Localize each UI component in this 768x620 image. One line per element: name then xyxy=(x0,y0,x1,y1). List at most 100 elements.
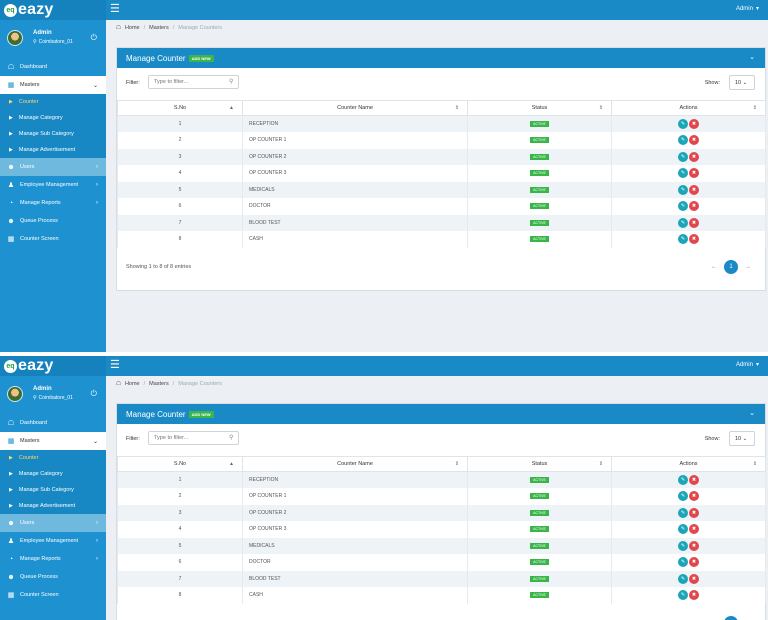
table-row: 1 RECEPTION ACTIVE ✎ ✖ xyxy=(117,471,766,488)
brand-logo[interactable]: eq eazy xyxy=(0,0,106,20)
next-page-button[interactable]: → xyxy=(745,264,751,270)
delete-button[interactable]: ✖ xyxy=(689,119,699,129)
filter-input[interactable] xyxy=(148,431,239,445)
counters-table: S.No ▲ Counter Name ⇕ Status ⇕ Actions ⇕ 1 RE… xyxy=(117,100,766,248)
cell-actions: ✎ ✖ xyxy=(611,214,766,231)
breadcrumb-current: Manage Counters xyxy=(178,381,222,387)
prev-page-button[interactable]: ← xyxy=(711,264,717,270)
add-new-button[interactable]: ADD NEW xyxy=(188,410,214,418)
breadcrumb-home[interactable]: Home xyxy=(125,381,140,387)
delete-button[interactable]: ✖ xyxy=(689,168,699,179)
edit-button[interactable]: ✎ xyxy=(678,524,688,535)
collapse-chevron-icon[interactable]: ⌄ xyxy=(749,409,755,417)
sidebar-item-dashboard[interactable]: ☖ Dashboard xyxy=(0,414,106,432)
column-header-actions[interactable]: Actions ⇕ xyxy=(611,100,766,116)
sidebar-subitem-manage-category[interactable]: ▶ Manage Category xyxy=(0,110,106,126)
delete-button[interactable]: ✖ xyxy=(689,184,699,195)
admin-dropdown[interactable]: Admin ▾ xyxy=(736,361,759,369)
delete-button[interactable]: ✖ xyxy=(689,540,699,551)
cell-sno: 4 xyxy=(117,165,243,182)
trash-icon: ✖ xyxy=(691,542,697,549)
page-button-current[interactable]: 1 xyxy=(724,259,738,274)
sidebar-item-users[interactable]: ☻ Users › xyxy=(0,514,106,532)
column-header-status[interactable]: Status ⇕ xyxy=(467,100,612,116)
group-icon: ☻ xyxy=(7,573,15,581)
sidebar-subitem-manage-advertisement[interactable]: ▶ Manage Advertisement xyxy=(0,142,106,158)
breadcrumb-home[interactable]: Home xyxy=(125,25,140,31)
delete-button[interactable]: ✖ xyxy=(689,573,699,584)
admin-dropdown[interactable]: Admin ▾ xyxy=(736,5,759,13)
sidebar-item-queue-process[interactable]: ☻ Queue Process xyxy=(0,568,106,586)
cell-sno: 2 xyxy=(117,488,243,505)
chevron-down-icon: ▾ xyxy=(755,6,759,12)
sidebar-item-dashboard[interactable]: ☖ Dashboard xyxy=(0,58,106,76)
delete-button[interactable]: ✖ xyxy=(689,507,699,518)
edit-button[interactable]: ✎ xyxy=(678,507,688,518)
edit-button[interactable]: ✎ xyxy=(678,119,688,129)
top-bar: eq eazy ☰ Admin ▾ xyxy=(0,0,768,20)
sidebar-item-counter-screen[interactable]: ▦ Counter Screen xyxy=(0,586,106,604)
brand-logo[interactable]: eq eazy xyxy=(0,356,106,376)
collapse-chevron-icon[interactable]: ⌄ xyxy=(749,53,755,61)
breadcrumb-masters[interactable]: Masters xyxy=(149,25,169,31)
column-header-counter-name[interactable]: Counter Name ⇕ xyxy=(242,456,468,472)
sidebar-subitem-manage-sub-category[interactable]: ▶ Manage Sub Category xyxy=(0,126,106,142)
sidebar-item-counter-screen[interactable]: ▦ Counter Screen xyxy=(0,230,106,248)
sidebar-item-employee-management[interactable]: ♟ Employee Management › xyxy=(0,532,106,550)
power-icon[interactable]: ⏻ xyxy=(91,389,97,399)
sidebar-item-employee-management[interactable]: ♟ Employee Management › xyxy=(0,176,106,194)
edit-button[interactable]: ✎ xyxy=(678,217,688,228)
breadcrumb-masters[interactable]: Masters xyxy=(149,381,169,387)
sidebar-subitem-counter[interactable]: ▶ Counter xyxy=(0,450,106,466)
chevron-down-icon: ▾ xyxy=(755,362,759,368)
edit-button[interactable]: ✎ xyxy=(678,234,688,245)
page-size-select[interactable]: 10 ⌄ xyxy=(729,431,755,446)
filter-input[interactable] xyxy=(148,75,239,89)
power-icon[interactable]: ⏻ xyxy=(91,33,97,43)
delete-button[interactable]: ✖ xyxy=(689,151,699,162)
sidebar-subitem-manage-sub-category[interactable]: ▶ Manage Sub Category xyxy=(0,482,106,498)
trash-icon: ✖ xyxy=(691,219,697,226)
edit-button[interactable]: ✎ xyxy=(678,491,688,502)
hamburger-menu-icon[interactable]: ☰ xyxy=(110,4,120,15)
column-header-actions[interactable]: Actions ⇕ xyxy=(611,456,766,472)
page-button-current[interactable]: 1 xyxy=(724,615,738,620)
delete-button[interactable]: ✖ xyxy=(689,217,699,228)
edit-button[interactable]: ✎ xyxy=(678,135,688,146)
add-new-button[interactable]: ADD NEW xyxy=(188,54,214,62)
trash-icon: ✖ xyxy=(691,592,697,599)
edit-button[interactable]: ✎ xyxy=(678,184,688,195)
delete-button[interactable]: ✖ xyxy=(689,201,699,212)
edit-button[interactable]: ✎ xyxy=(678,557,688,568)
delete-button[interactable]: ✖ xyxy=(689,475,699,485)
column-header-sno[interactable]: S.No ▲ xyxy=(117,456,243,472)
edit-button[interactable]: ✎ xyxy=(678,590,688,601)
delete-button[interactable]: ✖ xyxy=(689,590,699,601)
edit-button[interactable]: ✎ xyxy=(678,573,688,584)
delete-button[interactable]: ✖ xyxy=(689,557,699,568)
sidebar-item-queue-process[interactable]: ☻ Queue Process xyxy=(0,212,106,230)
sidebar-item-masters[interactable]: ▦ Masters ⌄ xyxy=(0,76,106,94)
hamburger-menu-icon[interactable]: ☰ xyxy=(110,360,120,371)
column-header-counter-name[interactable]: Counter Name ⇕ xyxy=(242,100,468,116)
sidebar-item-manage-reports[interactable]: ◔ Manage Reports › xyxy=(0,550,106,568)
chevron-right-icon: ▶ xyxy=(9,115,13,121)
sidebar-subitem-counter[interactable]: ▶ Counter xyxy=(0,94,106,110)
edit-button[interactable]: ✎ xyxy=(678,168,688,179)
sidebar-subitem-manage-category[interactable]: ▶ Manage Category xyxy=(0,466,106,482)
page-size-select[interactable]: 10 ⌄ xyxy=(729,75,755,90)
edit-button[interactable]: ✎ xyxy=(678,151,688,162)
sidebar-subitem-manage-advertisement[interactable]: ▶ Manage Advertisement xyxy=(0,498,106,514)
delete-button[interactable]: ✖ xyxy=(689,234,699,245)
edit-button[interactable]: ✎ xyxy=(678,540,688,551)
edit-button[interactable]: ✎ xyxy=(678,475,688,485)
edit-button[interactable]: ✎ xyxy=(678,201,688,212)
sidebar-item-manage-reports[interactable]: ◔ Manage Reports › xyxy=(0,194,106,212)
sidebar-item-users[interactable]: ☻ Users › xyxy=(0,158,106,176)
sidebar-item-masters[interactable]: ▦ Masters ⌄ xyxy=(0,432,106,450)
column-header-sno[interactable]: S.No ▲ xyxy=(117,100,243,116)
column-header-status[interactable]: Status ⇕ xyxy=(467,456,612,472)
delete-button[interactable]: ✖ xyxy=(689,491,699,502)
delete-button[interactable]: ✖ xyxy=(689,524,699,535)
delete-button[interactable]: ✖ xyxy=(689,135,699,146)
